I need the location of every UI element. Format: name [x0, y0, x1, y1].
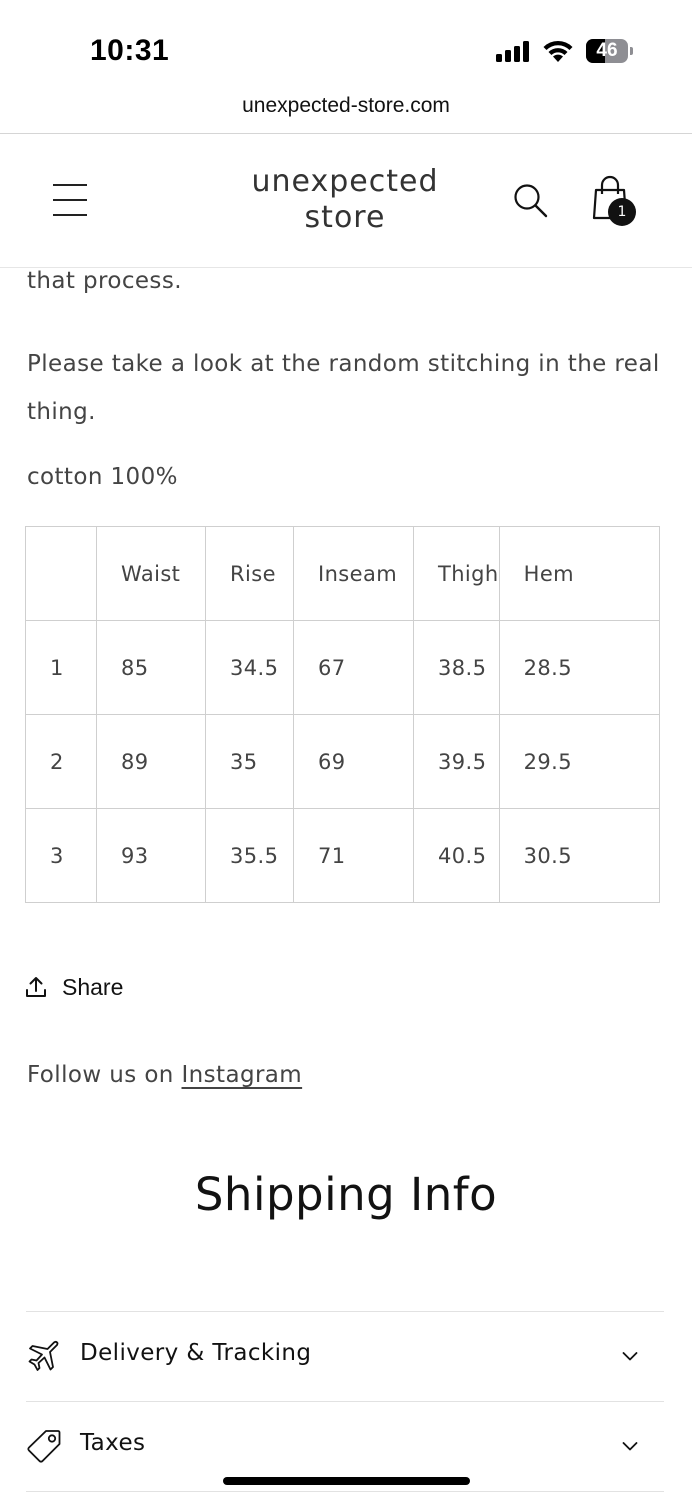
- table-cell: 1: [25, 620, 97, 715]
- table-header-cell: Inseam: [293, 526, 414, 621]
- share-icon: [26, 977, 46, 997]
- logo-line-2: store: [304, 200, 386, 235]
- table-header-cell: Waist: [96, 526, 206, 621]
- table-row: 2 89 35 69 39.5 29.5: [25, 714, 660, 809]
- cart-count-badge: 1: [608, 198, 636, 226]
- table-cell: 69: [293, 714, 414, 809]
- table-row: 3 93 35.5 71 40.5 30.5: [25, 808, 660, 903]
- status-bar: 10:31 46: [0, 0, 692, 90]
- table-cell: 67: [293, 620, 414, 715]
- store-logo[interactable]: unexpected store: [220, 164, 470, 236]
- description-paragraph: Please take a look at the random stitchi…: [27, 351, 660, 425]
- accordion-label: Delivery & Tracking: [80, 1340, 312, 1366]
- price-tag-icon: [27, 1430, 61, 1463]
- chevron-down-icon: [622, 1352, 638, 1361]
- battery-icon: 46: [586, 39, 633, 63]
- address-bar-url[interactable]: unexpected-store.com: [0, 94, 692, 118]
- search-icon[interactable]: [512, 182, 548, 218]
- table-row: 1 85 34.5 67 38.5 28.5: [25, 620, 660, 715]
- table-cell: 40.5: [413, 808, 500, 903]
- airplane-icon: [28, 1341, 59, 1371]
- table-header-cell: Hem: [498, 526, 660, 621]
- share-label: Share: [62, 973, 124, 1000]
- table-cell: 39.5: [413, 714, 500, 809]
- accordion-delivery-tracking[interactable]: Delivery & Tracking: [26, 1312, 664, 1400]
- table-cell: 28.5: [498, 620, 660, 715]
- table-cell: 35: [205, 714, 294, 809]
- follow-prefix: Follow us on: [27, 1062, 182, 1088]
- logo-line-1: unexpected: [251, 164, 439, 199]
- chevron-down-icon: [622, 1442, 638, 1451]
- accordion-label: Taxes: [80, 1430, 146, 1456]
- share-button[interactable]: Share: [25, 970, 123, 1004]
- table-cell: 93: [96, 808, 206, 903]
- battery-level: 46: [596, 40, 618, 61]
- store-header: unexpected store 1: [0, 134, 692, 268]
- table-cell: 38.5: [413, 620, 500, 715]
- table-cell: 35.5: [205, 808, 294, 903]
- table-cell: 29.5: [498, 714, 660, 809]
- table-header-cell: Rise: [205, 526, 294, 621]
- description-text: that process.: [27, 268, 182, 294]
- instagram-link[interactable]: Instagram: [182, 1062, 303, 1088]
- cellular-signal-icon: [496, 40, 532, 62]
- divider: [26, 1491, 664, 1492]
- table-cell: 3: [25, 808, 97, 903]
- table-cell: 2: [25, 714, 97, 809]
- table-cell: 30.5: [498, 808, 660, 903]
- table-cell: 71: [293, 808, 414, 903]
- table-header-row: Waist Rise Inseam Thigh Hem: [25, 526, 660, 621]
- table-cell: 85: [96, 620, 206, 715]
- wifi-icon: [543, 40, 573, 62]
- size-chart-table: Waist Rise Inseam Thigh Hem 1 85 34.5 67…: [25, 526, 660, 903]
- menu-icon[interactable]: [53, 184, 87, 216]
- home-indicator[interactable]: [223, 1477, 470, 1485]
- status-time: 10:31: [90, 34, 170, 67]
- shipping-info-heading: Shipping Info: [194, 1168, 498, 1221]
- table-cell: 89: [96, 714, 206, 809]
- table-cell: 34.5: [205, 620, 294, 715]
- follow-text: Follow us on Instagram: [27, 1062, 302, 1088]
- table-header-cell: [25, 526, 97, 621]
- material-text: cotton 100%: [27, 464, 178, 490]
- table-header-cell: Thigh: [413, 526, 500, 621]
